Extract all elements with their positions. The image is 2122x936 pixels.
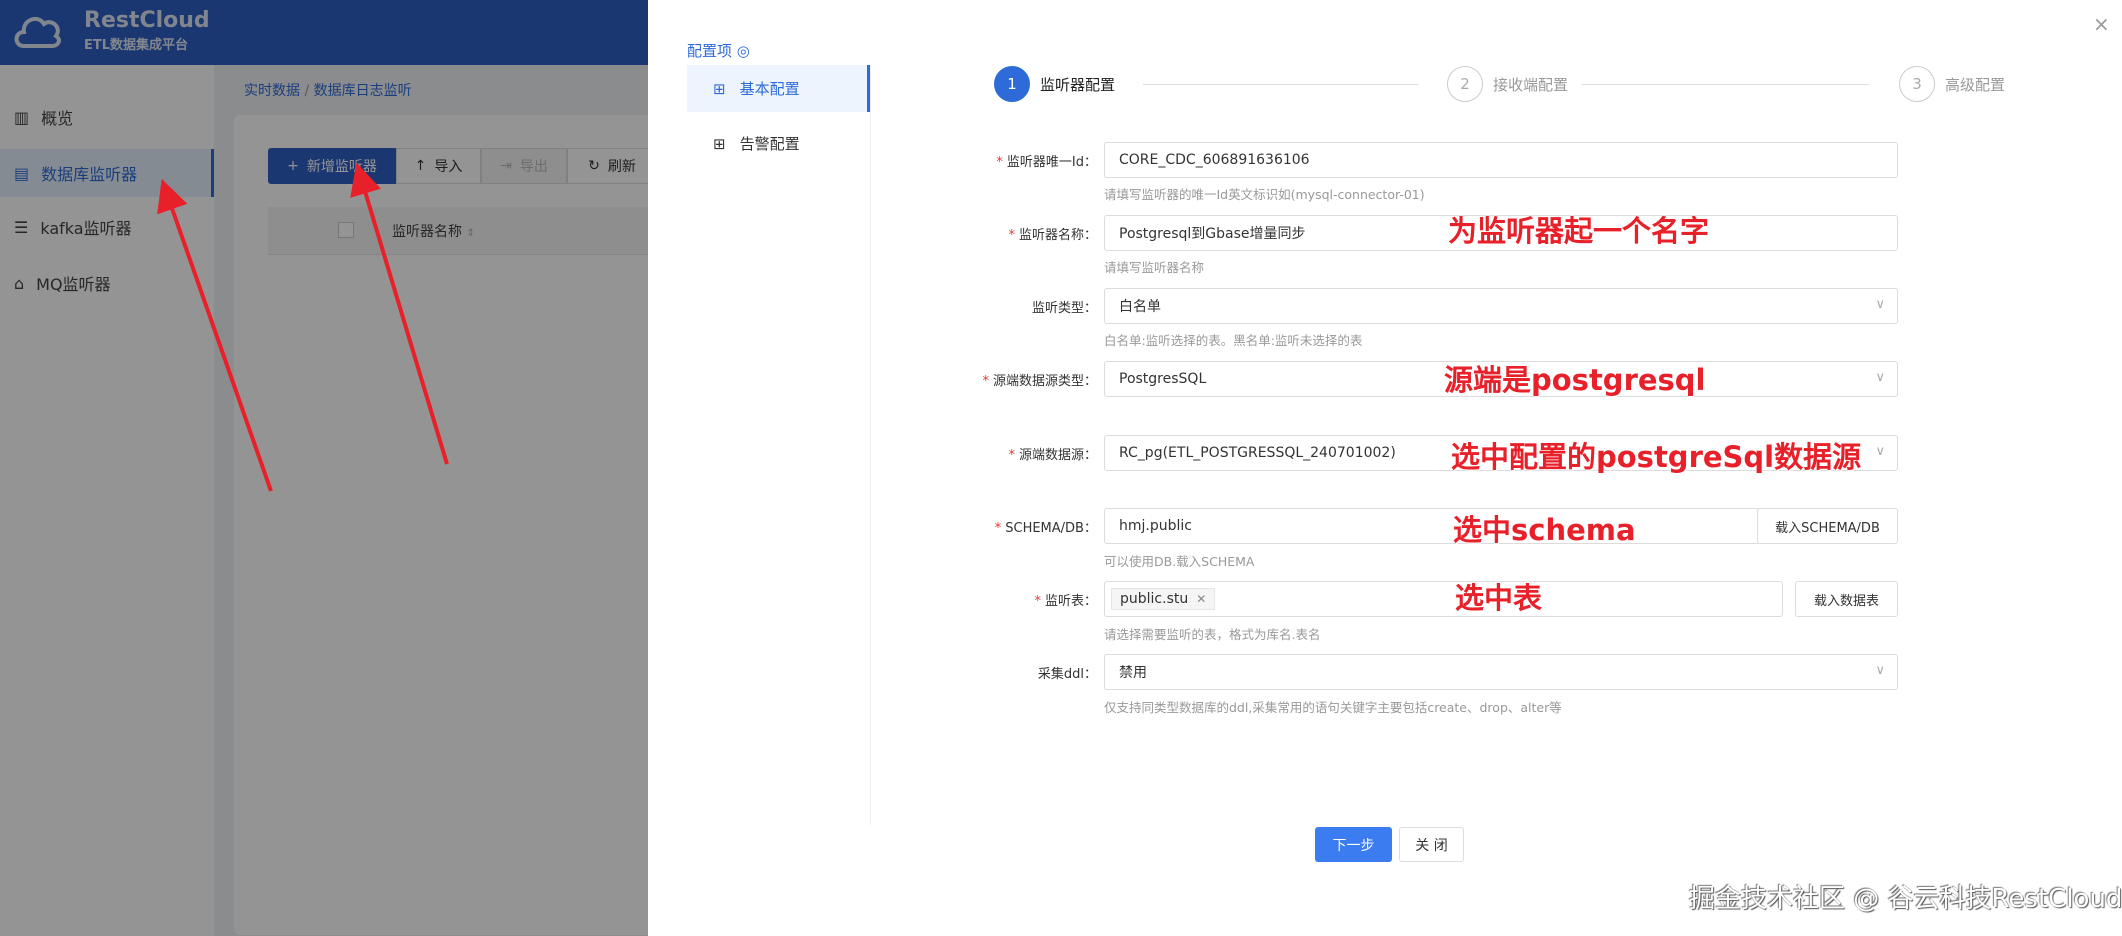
- watermark: 掘金技术社区 @ 谷云科技RestCloud: [1689, 878, 2122, 915]
- step-label: 接收端配置: [1493, 74, 1568, 95]
- step-3: 3 高级配置: [1899, 66, 2005, 102]
- step-line: [1582, 84, 1869, 85]
- tables-multiselect[interactable]: public.stu ✕: [1104, 581, 1783, 617]
- field-label: 采集ddl：: [1038, 663, 1097, 682]
- table-tag: public.stu ✕: [1111, 588, 1215, 610]
- field-label: *源端数据源：: [1008, 444, 1097, 463]
- select-value: 禁用: [1119, 662, 1147, 682]
- background-app: RestCloud ETL数据集成平台 ▥概览 ▤数据库监听器 ☰kafka监听…: [0, 0, 648, 936]
- step-2: 2 接收端配置: [1447, 66, 1568, 102]
- divider: [870, 65, 871, 825]
- grid-icon: ⊞: [713, 135, 726, 153]
- step-1: 1 监听器配置: [994, 66, 1115, 102]
- step-label: 监听器配置: [1040, 74, 1115, 95]
- help-text: 请填写监听器的唯一Id英文标识如(mysql-connector-01): [1104, 184, 1425, 203]
- help-text: 仅支持同类型数据库的ddl,采集常用的语句关键字主要包括create、drop、…: [1104, 697, 1562, 716]
- input-value: Postgresql到Gbase增量同步: [1119, 223, 1306, 243]
- load-tables-button[interactable]: 载入数据表: [1795, 581, 1898, 617]
- select-value: 白名单: [1119, 296, 1161, 316]
- field-label: *监听器名称：: [1008, 224, 1097, 243]
- next-step-button[interactable]: 下一步: [1315, 827, 1392, 862]
- select-value: PostgresSQL: [1119, 371, 1206, 387]
- chevron-down-icon: ∨: [1875, 444, 1885, 459]
- close-icon[interactable]: ×: [2093, 12, 2110, 36]
- chevron-down-icon: ∨: [1875, 297, 1885, 312]
- modal-mask[interactable]: [0, 0, 648, 936]
- field-label: *监听器唯一Id：: [996, 151, 1097, 170]
- input-value: hmj.public: [1119, 518, 1192, 534]
- close-button[interactable]: 关 闭: [1399, 827, 1464, 862]
- annotation-name: 为监听器起一个名字: [1448, 208, 1709, 250]
- ddl-select[interactable]: 禁用 ∨: [1104, 654, 1898, 690]
- remove-tag-icon[interactable]: ✕: [1196, 592, 1206, 606]
- step-label: 高级配置: [1945, 74, 2005, 95]
- step-number: 1: [994, 66, 1030, 102]
- config-drawer: × 配置项 ◎ ⊞基本配置 ⊞告警配置 1监听器配置 2接收端配置 3高级配置 …: [648, 0, 2122, 936]
- schema-input[interactable]: hmj.public: [1104, 508, 1764, 544]
- annotation-source-type: 源端是postgresql: [1444, 357, 1706, 399]
- nav-label: 基本配置: [740, 78, 800, 99]
- select-value: RC_pg(ETL_POSTGRESSQL_240701002): [1119, 445, 1396, 461]
- listen-type-select[interactable]: 白名单 ∨: [1104, 288, 1898, 324]
- tag-label: public.stu: [1120, 591, 1188, 607]
- help-text: 请选择需要监听的表，格式为库名.表名: [1104, 624, 1320, 643]
- nav-label: 告警配置: [740, 133, 800, 154]
- help-text: 请填写监听器名称: [1104, 257, 1204, 276]
- grid-icon: ⊞: [713, 80, 726, 98]
- field-label: *SCHEMA/DB：: [995, 517, 1097, 536]
- config-title-text: 配置项: [687, 42, 732, 60]
- config-title: 配置项 ◎: [687, 40, 750, 61]
- nav-basic-config[interactable]: ⊞ 基本配置: [687, 65, 870, 112]
- step-number: 2: [1447, 66, 1483, 102]
- field-label: 监听类型：: [1032, 297, 1097, 316]
- annotation-table: 选中表: [1455, 575, 1542, 617]
- step-line: [1143, 84, 1418, 85]
- annotation-schema: 选中schema: [1453, 507, 1636, 549]
- help-text: 可以使用DB.载入SCHEMA: [1104, 551, 1254, 570]
- target-icon: ◎: [737, 42, 750, 60]
- chevron-down-icon: ∨: [1875, 663, 1885, 678]
- nav-alert-config[interactable]: ⊞ 告警配置: [687, 120, 870, 167]
- listener-id-input[interactable]: CORE_CDC_606891636106: [1104, 142, 1898, 178]
- field-label: *监听表：: [1034, 590, 1097, 609]
- chevron-down-icon: ∨: [1875, 370, 1885, 385]
- help-text: 白名单:监听选择的表。黑名单:监听未选择的表: [1104, 330, 1362, 349]
- input-value: CORE_CDC_606891636106: [1119, 152, 1310, 168]
- annotation-datasource: 选中配置的postgreSql数据源: [1451, 434, 1861, 476]
- step-number: 3: [1899, 66, 1935, 102]
- field-label: *源端数据源类型：: [982, 370, 1097, 389]
- load-schema-button[interactable]: 载入SCHEMA/DB: [1757, 508, 1898, 544]
